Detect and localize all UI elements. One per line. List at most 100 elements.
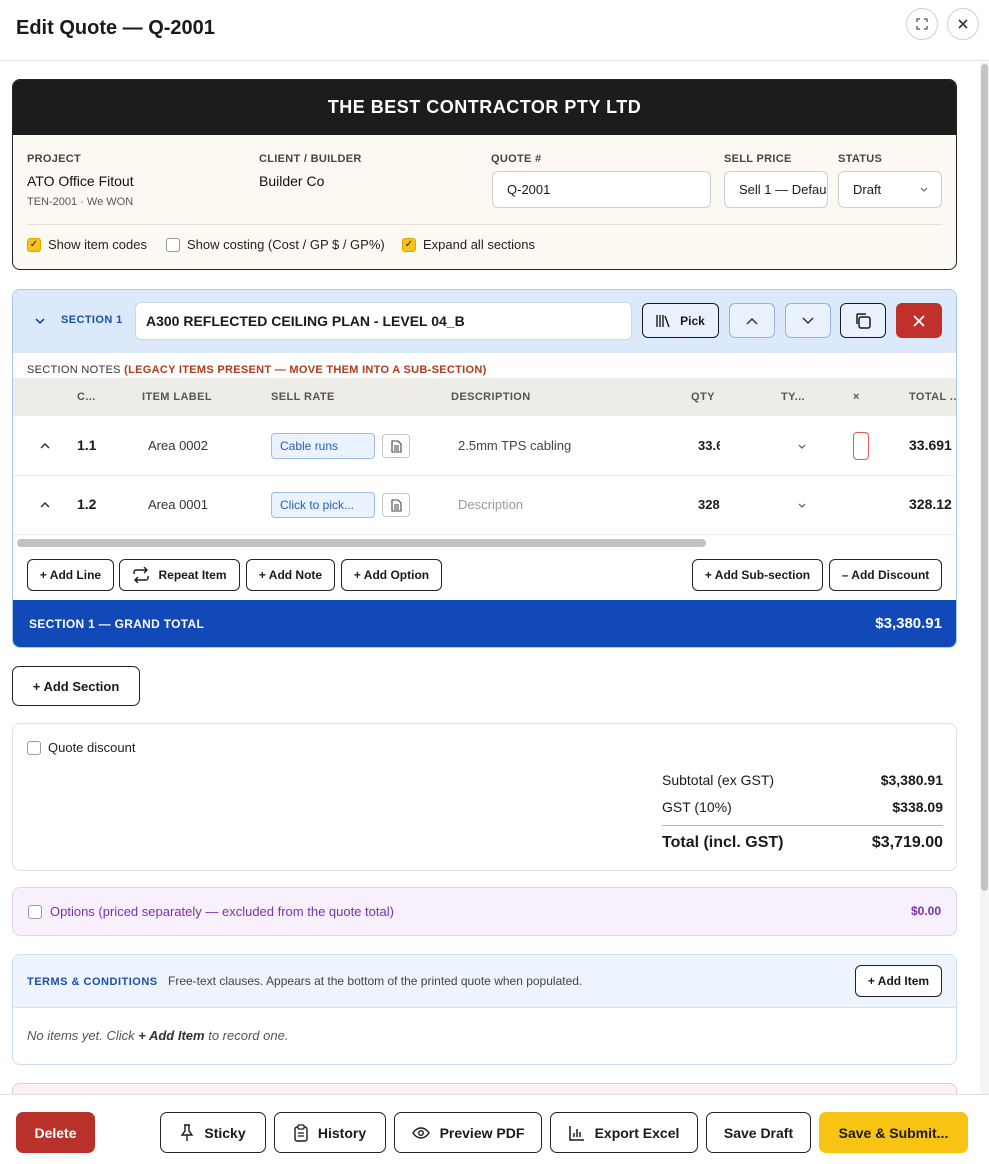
row-code: 1.1 (77, 437, 97, 453)
quote-discount-label: Quote discount (48, 740, 136, 755)
add-terms-item-button[interactable]: + Add Item (855, 965, 942, 997)
scrollbar-thumb[interactable] (17, 539, 706, 547)
client-label: CLIENT / BUILDER (259, 153, 362, 165)
terms-description: Free-text clauses. Appears at the bottom… (168, 974, 583, 988)
project-subtext: TEN-2001 · We WON (27, 196, 134, 208)
rate-doc-button[interactable] (382, 434, 410, 458)
checkbox-checked-icon[interactable]: ✓ (27, 237, 41, 252)
duplicate-button[interactable] (840, 303, 886, 338)
grand-total-label: SECTION 1 — GRAND TOTAL (29, 617, 205, 631)
gst-value: $338.09 (892, 799, 943, 815)
sell-rate-picker[interactable]: Cable runs (271, 433, 375, 459)
chevron-down-icon[interactable] (798, 444, 806, 449)
row-total: 328.12 (909, 496, 952, 512)
preview-pdf-button[interactable]: Preview PDF (394, 1112, 542, 1153)
quote-discount-toggle[interactable]: Quote discount (27, 740, 135, 755)
sell-price-select[interactable]: Sell 1 — Default (724, 171, 828, 208)
section-grand-total: SECTION 1 — GRAND TOTAL $3,380.91 (13, 600, 956, 647)
expand-all-toggle[interactable]: ✓ Expand all sections (402, 237, 535, 252)
row-qty[interactable]: 328.12 (698, 497, 720, 512)
dialog-body[interactable]: THE BEST CONTRACTOR PTY LTD PROJECT ATO … (0, 62, 989, 1094)
total-label: Total (incl. GST) (662, 834, 784, 851)
row-item-label[interactable]: Area 0001 (148, 497, 208, 512)
add-note-button[interactable]: + Add Note (246, 559, 335, 591)
column-header-multiply: × (853, 391, 860, 403)
history-button[interactable]: History (274, 1112, 386, 1153)
preview-pdf-label: Preview PDF (439, 1124, 525, 1141)
document-icon (390, 498, 402, 512)
chevron-up-icon[interactable] (40, 442, 50, 449)
history-label: History (317, 1124, 367, 1141)
delete-button[interactable]: Delete (16, 1112, 95, 1153)
add-line-button[interactable]: + Add Line (27, 559, 114, 591)
sticky-button[interactable]: Sticky (160, 1112, 266, 1153)
show-costing-toggle[interactable]: Show costing (Cost / GP $ / GP%) (166, 237, 385, 252)
sticky-label: Sticky (204, 1124, 246, 1141)
multiplier-input[interactable] (853, 432, 869, 460)
status-value: Draft (853, 182, 882, 197)
row-code: 1.2 (77, 496, 97, 512)
chevron-down-icon[interactable] (798, 503, 806, 508)
show-costing-label: Show costing (Cost / GP $ / GP%) (187, 237, 385, 252)
delete-section-button[interactable] (896, 303, 942, 338)
show-item-codes-toggle[interactable]: ✓ Show item codes (27, 237, 147, 252)
save-submit-button[interactable]: Save & Submit... (819, 1112, 968, 1153)
clipboard-icon (294, 1123, 308, 1142)
collapse-chevron-icon[interactable] (35, 318, 45, 325)
move-up-button[interactable] (729, 303, 775, 338)
row-item-label[interactable]: Area 0002 (148, 438, 208, 453)
subtotal-row: Subtotal (ex GST) $3,380.91 (662, 772, 943, 788)
export-excel-button[interactable]: Export Excel (550, 1112, 698, 1153)
pick-button[interactable]: Pick (642, 303, 719, 338)
close-button[interactable] (947, 8, 979, 40)
bar-chart-icon (568, 1125, 584, 1141)
gst-label: GST (10%) (662, 799, 732, 815)
vertical-scrollbar[interactable] (980, 62, 989, 1094)
checkbox-icon[interactable] (27, 740, 41, 755)
subtotal-label: Subtotal (ex GST) (662, 772, 775, 788)
sell-rate-picker[interactable]: Click to pick... (271, 492, 375, 518)
section-notes: SECTION NOTES (LEGACY ITEMS PRESENT — MO… (27, 364, 487, 376)
column-header-item-label: ITEM LABEL (142, 391, 212, 403)
terms-empty-state: No items yet. Click + Add Item to record… (27, 1028, 288, 1043)
scrollbar-thumb[interactable] (981, 64, 988, 891)
empty-suffix: to record one. (204, 1028, 289, 1043)
checkbox-icon[interactable] (166, 237, 180, 252)
move-down-button[interactable] (785, 303, 831, 338)
summary-divider (662, 825, 943, 826)
checkbox-icon[interactable] (28, 905, 42, 919)
row-total: 33.691 (909, 437, 952, 453)
pick-label: Pick (680, 313, 705, 328)
horizontal-scrollbar[interactable] (13, 536, 956, 550)
pin-icon (180, 1123, 194, 1141)
sell-price-label: SELL PRICE (724, 153, 792, 165)
table-row[interactable]: 1.1 Area 0002 Cable runs 2.5mm TPS cabli… (13, 417, 956, 476)
table-row[interactable]: 1.2 Area 0001 Click to pick... Descripti… (13, 476, 956, 535)
rate-doc-button[interactable] (382, 493, 410, 517)
close-icon (913, 314, 925, 327)
row-qty[interactable]: 33.691 (698, 438, 720, 453)
total-row: Total (incl. GST) $3,719.00 (662, 834, 943, 852)
company-banner: THE BEST CONTRACTOR PTY LTD (13, 80, 956, 135)
gst-row: GST (10%) $338.09 (662, 799, 943, 815)
add-section-button[interactable]: + Add Section (12, 666, 140, 706)
card-divider (27, 224, 942, 225)
section-title-input[interactable]: A300 REFLECTED CEILING PLAN - LEVEL 04_B (135, 302, 632, 340)
checkbox-checked-icon[interactable]: ✓ (402, 237, 416, 252)
row-description[interactable]: 2.5mm TPS cabling (458, 438, 571, 453)
row-description-placeholder[interactable]: Description (458, 497, 523, 512)
expand-all-label: Expand all sections (423, 237, 536, 252)
quote-number-input[interactable]: Q-2001 (492, 171, 711, 208)
expand-button[interactable] (906, 8, 938, 40)
repeat-item-button[interactable]: Repeat Item (119, 559, 240, 591)
project-value: ATO Office Fitout (27, 173, 134, 189)
add-discount-button[interactable]: – Add Discount (829, 559, 942, 591)
add-option-button[interactable]: + Add Option (341, 559, 442, 591)
status-select[interactable]: Draft (838, 171, 942, 208)
save-draft-button[interactable]: Save Draft (706, 1112, 811, 1153)
column-header-sell-rate: SELL RATE (271, 391, 335, 403)
chevron-up-icon[interactable] (40, 501, 50, 508)
chevron-down-icon (920, 187, 928, 192)
add-subsection-button[interactable]: + Add Sub-section (692, 559, 823, 591)
close-icon (958, 19, 968, 29)
